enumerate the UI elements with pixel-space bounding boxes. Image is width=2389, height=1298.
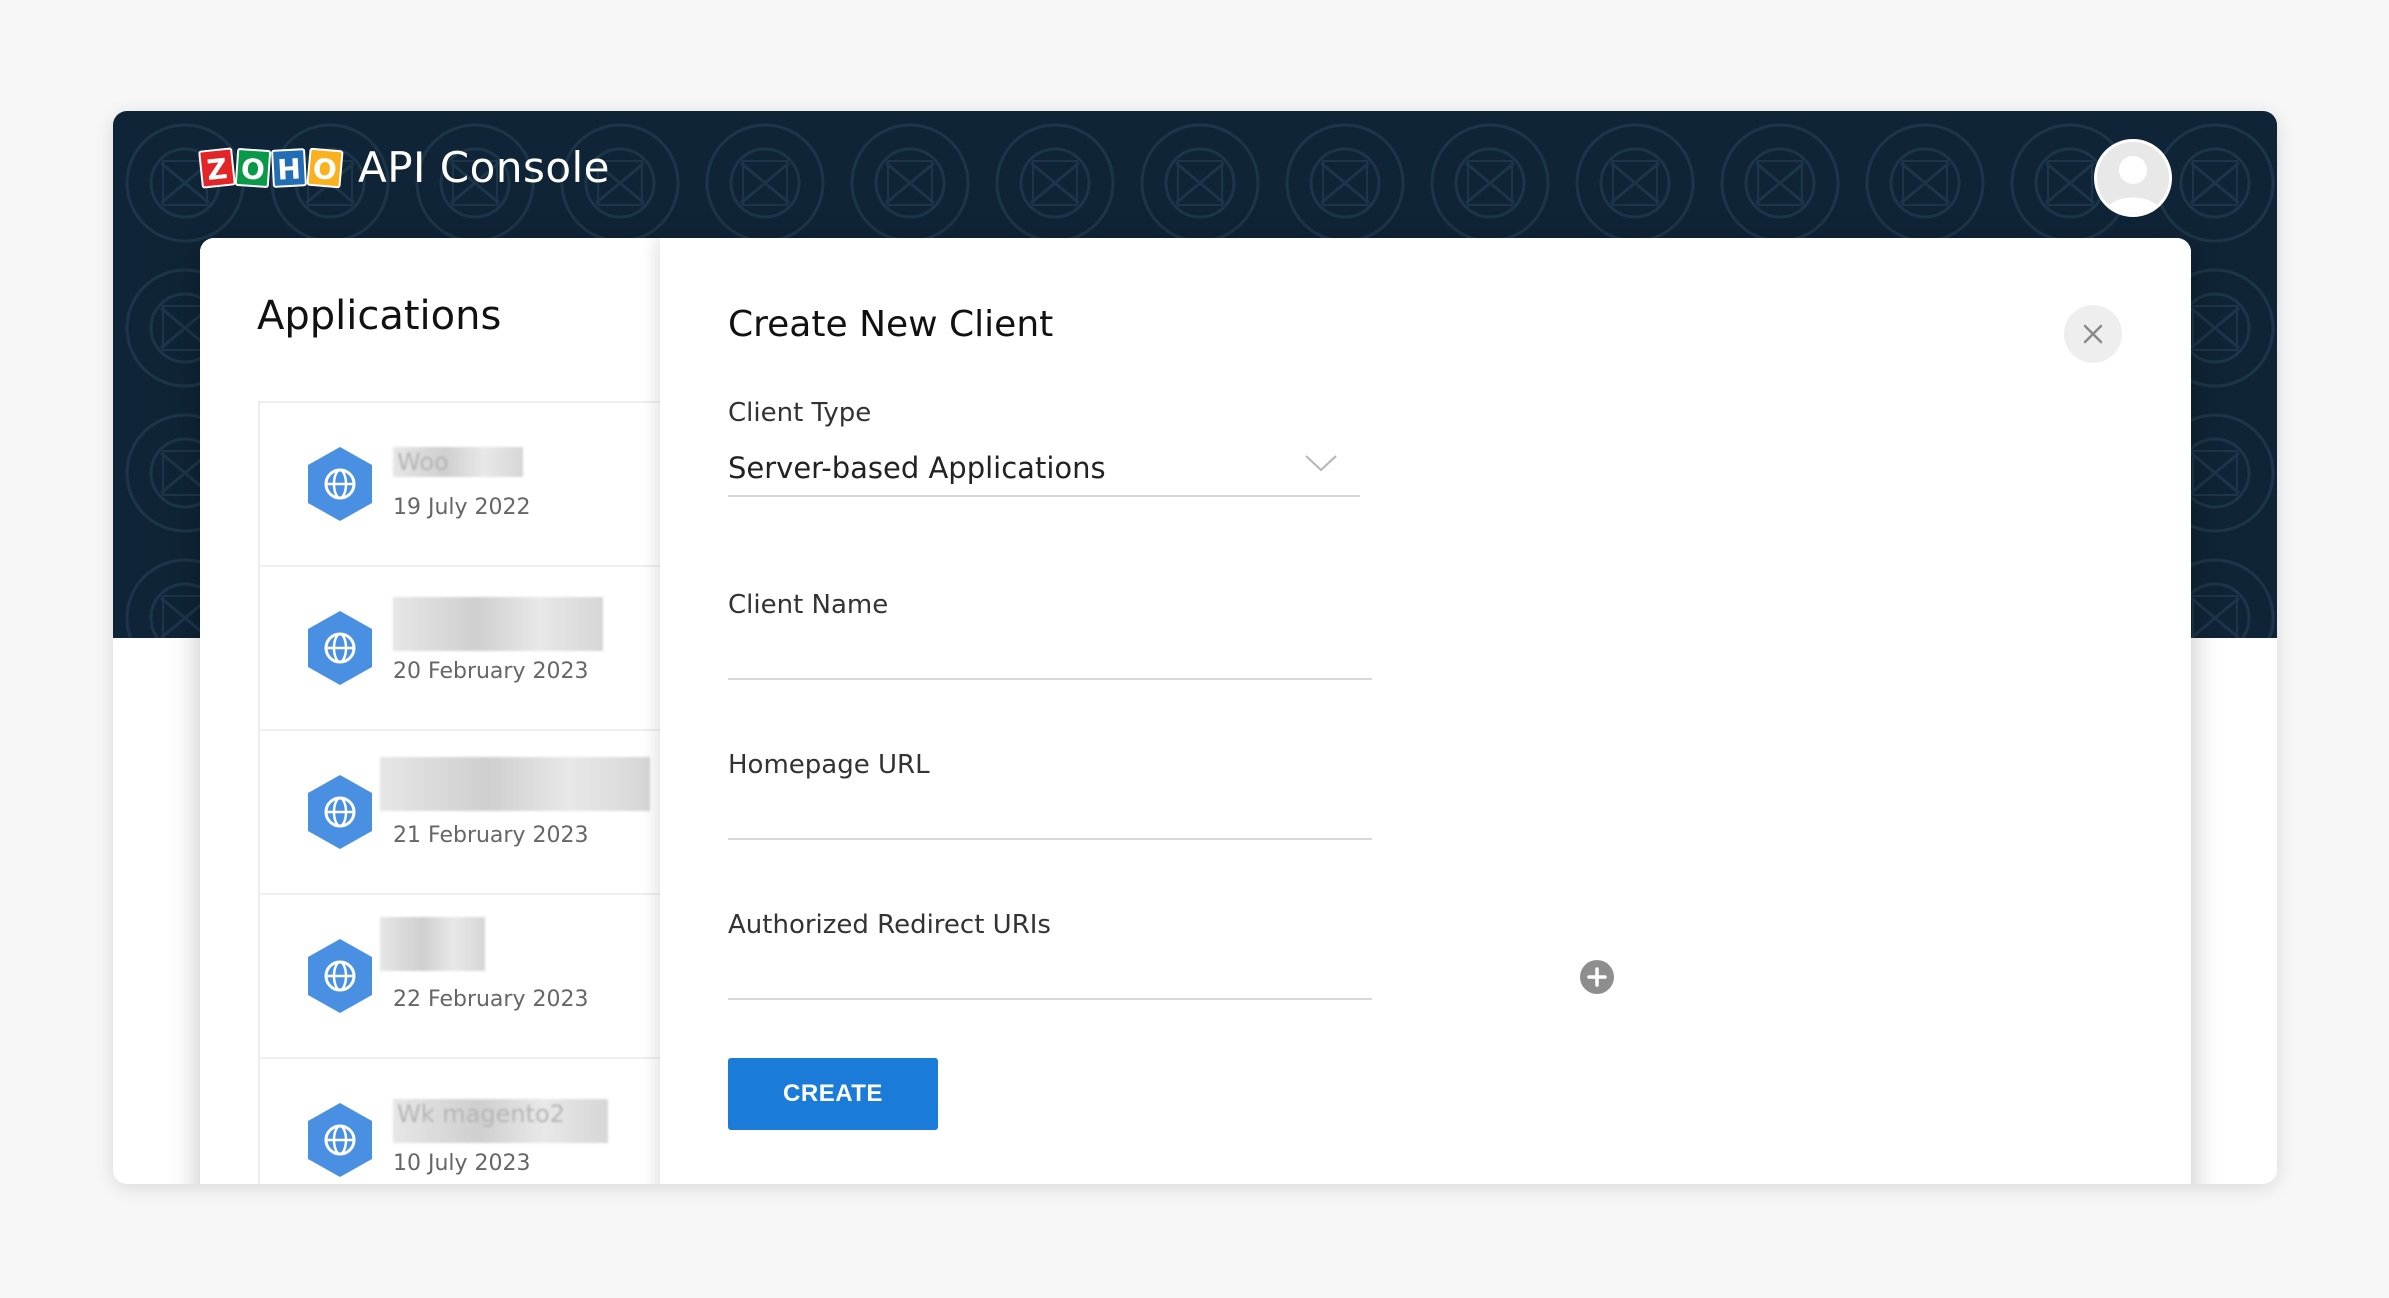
applications-panel: Applications Woo 19 July 2022 20 Februar…	[200, 238, 668, 1184]
globe-icon	[308, 1103, 372, 1177]
list-item[interactable]: Wk magento2 10 July 2023	[258, 1059, 668, 1184]
list-item-name	[393, 597, 603, 651]
plus-circle-icon	[1587, 967, 1607, 987]
list-item[interactable]: 20 February 2023	[258, 567, 668, 731]
modal-title: Create New Client	[728, 304, 1054, 345]
zoho-logo-letter: O	[306, 147, 344, 188]
create-button[interactable]: CREATE	[728, 1058, 938, 1130]
list-item-date: 20 February 2023	[393, 659, 589, 684]
list-item-name	[380, 917, 485, 971]
globe-icon	[308, 775, 372, 849]
homepage-url-input[interactable]	[728, 790, 1372, 840]
applications-list: Woo 19 July 2022 20 February 2023 21 Feb…	[258, 401, 668, 1184]
add-redirect-uri-button[interactable]	[1580, 960, 1614, 994]
applications-title: Applications	[257, 293, 502, 339]
chevron-down-icon	[1305, 455, 1337, 472]
zoho-logo-letter: H	[271, 147, 307, 188]
create-client-modal: Create New Client Client Type Server-bas…	[660, 238, 2191, 1184]
close-button[interactable]	[2064, 305, 2122, 363]
list-item-name: Woo	[393, 447, 523, 477]
globe-icon	[308, 611, 372, 685]
globe-icon	[308, 939, 372, 1013]
redirect-uris-label: Authorized Redirect URIs	[728, 910, 1051, 940]
user-icon	[2105, 156, 2161, 214]
api-console-window: Z O H O API Console Applications Woo 19 …	[113, 111, 2277, 1184]
zoho-logo-letter: O	[234, 147, 272, 188]
app-title: API Console	[358, 143, 611, 192]
list-item-date: 22 February 2023	[393, 987, 589, 1012]
list-item[interactable]: 22 February 2023	[258, 895, 668, 1059]
globe-icon	[308, 447, 372, 521]
zoho-logo: Z O H O	[198, 146, 344, 189]
homepage-url-label: Homepage URL	[728, 750, 930, 780]
close-icon	[2083, 324, 2103, 344]
brand[interactable]: Z O H O API Console	[198, 143, 611, 192]
client-type-select[interactable]: Server-based Applications	[728, 443, 1360, 497]
client-name-input[interactable]	[728, 630, 1372, 680]
main-card: Applications Woo 19 July 2022 20 Februar…	[200, 238, 2191, 1184]
list-item[interactable]: 21 February 2023	[258, 731, 668, 895]
list-item-date: 10 July 2023	[393, 1151, 531, 1176]
zoho-logo-letter: Z	[198, 146, 236, 189]
list-item[interactable]: Woo 19 July 2022	[258, 403, 668, 567]
avatar[interactable]	[2094, 139, 2172, 217]
client-type-label: Client Type	[728, 398, 872, 428]
redirect-uris-input[interactable]	[728, 950, 1372, 1000]
client-type-value: Server-based Applications	[728, 451, 1106, 485]
list-item-date: 21 February 2023	[393, 823, 589, 848]
list-item-date: 19 July 2022	[393, 495, 531, 520]
client-name-label: Client Name	[728, 590, 889, 620]
list-item-name: Wk magento2	[393, 1099, 608, 1143]
list-item-name	[380, 757, 650, 811]
